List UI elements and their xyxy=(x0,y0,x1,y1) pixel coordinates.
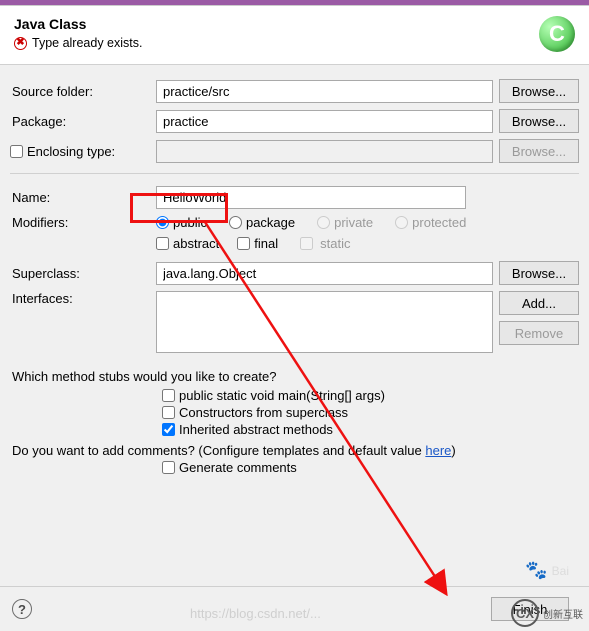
superclass-browse-button[interactable]: Browse... xyxy=(499,261,579,285)
package-input[interactable] xyxy=(156,110,493,133)
form-body: Source folder: Browse... Package: Browse… xyxy=(0,65,589,483)
name-label: Name: xyxy=(10,190,150,205)
interfaces-add-button[interactable]: Add... xyxy=(499,291,579,315)
java-class-icon: C xyxy=(539,16,575,52)
generate-comments-checkbox[interactable]: Generate comments xyxy=(162,460,577,475)
method-stubs-question: Which method stubs would you like to cre… xyxy=(12,369,577,384)
dialog-title: Java Class xyxy=(14,16,539,32)
error-message: Type already exists. xyxy=(32,36,142,50)
source-folder-label: Source folder: xyxy=(10,84,150,99)
modifier-final-checkbox[interactable]: final xyxy=(237,236,278,251)
interfaces-list[interactable] xyxy=(156,291,493,353)
dialog-header: Java Class ✖ Type already exists. C xyxy=(0,6,589,65)
modifier-package-radio[interactable]: package xyxy=(229,215,295,230)
configure-here-link[interactable]: here xyxy=(425,443,451,458)
separator-1 xyxy=(10,173,579,174)
enclosing-type-check-input[interactable] xyxy=(10,145,23,158)
enclosing-type-label: Enclosing type: xyxy=(27,144,115,159)
dialog-footer: ? Finish xyxy=(0,586,589,631)
enclosing-type-checkbox[interactable]: Enclosing type: xyxy=(10,144,150,159)
watermark-brand-1: 🐾Bai xyxy=(525,560,569,581)
modifier-private-radio: private xyxy=(317,215,373,230)
superclass-input[interactable] xyxy=(156,262,493,285)
modifier-abstract-checkbox[interactable]: abstract xyxy=(156,236,219,251)
name-input[interactable] xyxy=(156,186,466,209)
source-folder-browse-button[interactable]: Browse... xyxy=(499,79,579,103)
finish-button[interactable]: Finish xyxy=(491,597,569,621)
stub-inherited-checkbox[interactable]: Inherited abstract methods xyxy=(162,422,577,437)
modifier-public-radio[interactable]: public xyxy=(156,215,207,230)
enclosing-type-browse-button: Browse... xyxy=(499,139,579,163)
comments-question: Do you want to add comments? (Configure … xyxy=(12,443,577,458)
stub-main-checkbox[interactable]: public static void main(String[] args) xyxy=(162,388,577,403)
modifier-protected-radio: protected xyxy=(395,215,466,230)
enclosing-type-input xyxy=(156,140,493,163)
package-label: Package: xyxy=(10,114,150,129)
package-browse-button[interactable]: Browse... xyxy=(499,109,579,133)
interfaces-remove-button: Remove xyxy=(499,321,579,345)
superclass-label: Superclass: xyxy=(10,266,150,281)
stub-constructors-checkbox[interactable]: Constructors from superclass xyxy=(162,405,577,420)
interfaces-label: Interfaces: xyxy=(10,291,150,306)
help-button[interactable]: ? xyxy=(12,599,32,619)
error-icon: ✖ xyxy=(14,37,27,50)
modifier-static-checkbox: static xyxy=(296,234,350,253)
source-folder-input[interactable] xyxy=(156,80,493,103)
modifiers-label: Modifiers: xyxy=(10,215,150,230)
